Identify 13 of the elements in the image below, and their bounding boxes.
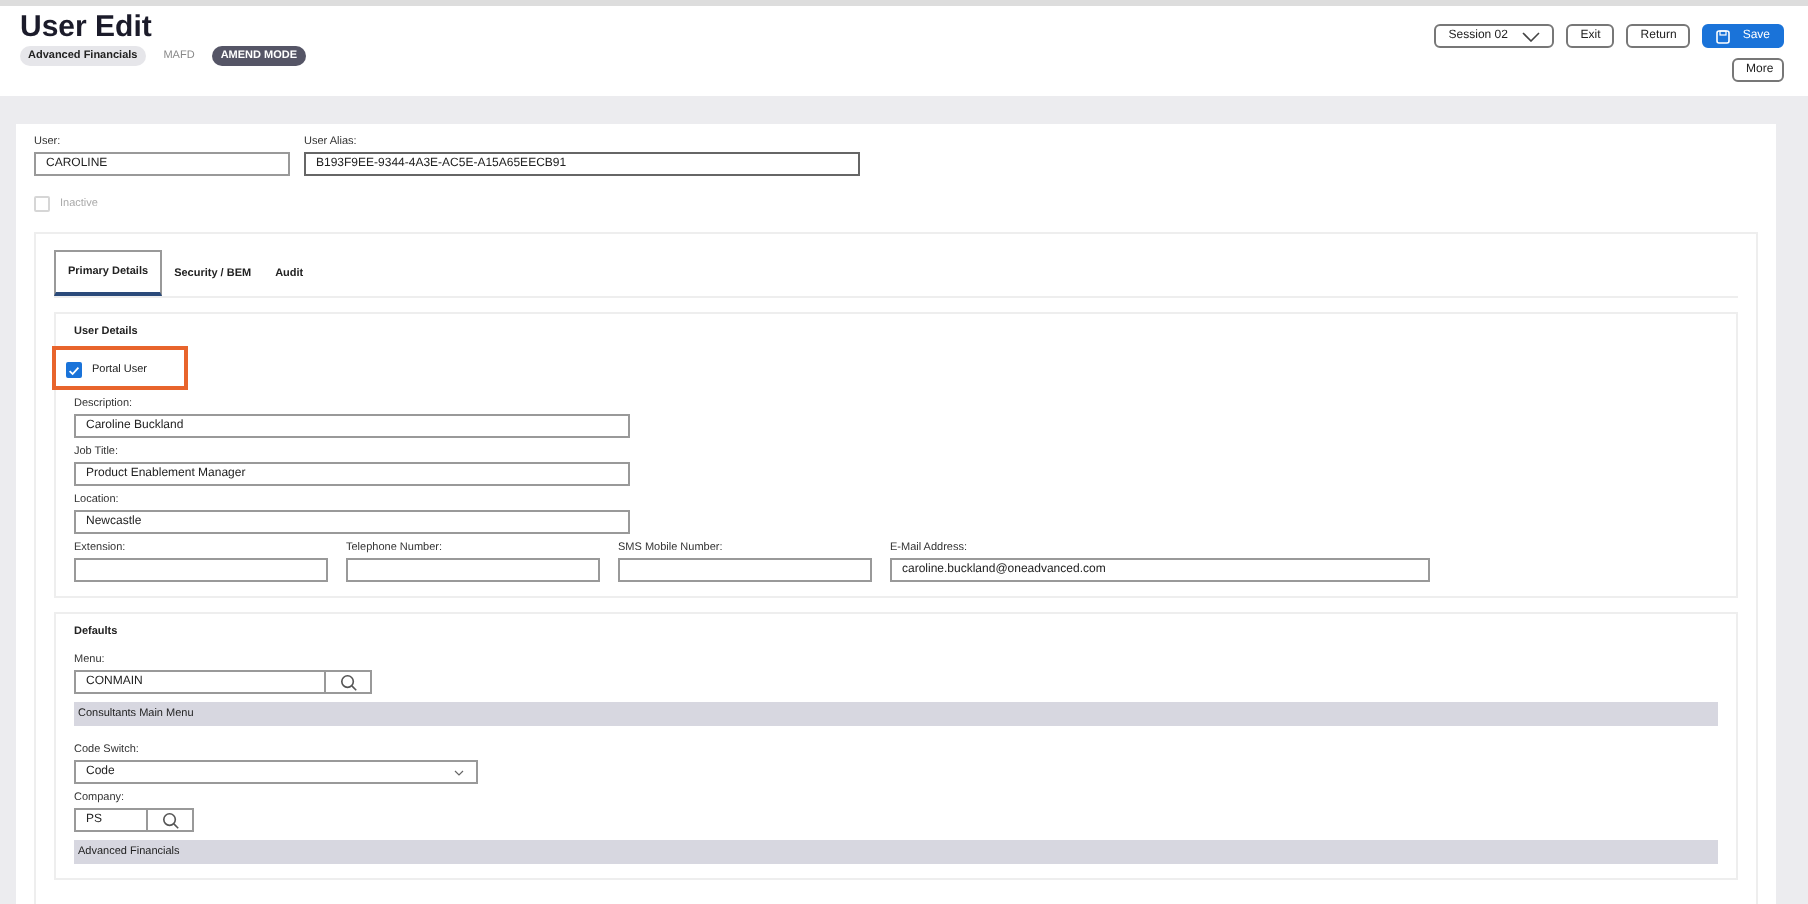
save-icon (1716, 29, 1731, 43)
check-icon (68, 365, 80, 375)
search-icon (161, 811, 179, 829)
chevron-down-icon (1522, 31, 1541, 41)
input-field[interactable] (74, 558, 328, 582)
page-title: User Edit (20, 10, 154, 44)
checkbox[interactable] (66, 362, 82, 378)
search-button[interactable] (326, 670, 372, 694)
search-button[interactable] (148, 808, 194, 832)
chevron-down-icon (454, 769, 464, 775)
input-field[interactable] (346, 558, 600, 582)
input-field[interactable] (618, 558, 872, 582)
search-icon (339, 673, 357, 691)
